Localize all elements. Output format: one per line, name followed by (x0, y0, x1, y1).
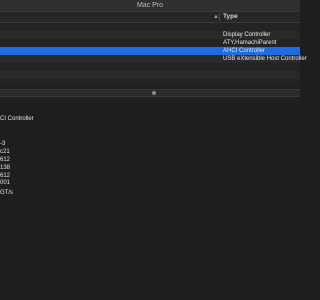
window-titlebar: Mac Pro (0, 0, 300, 12)
detail-line: 138 (0, 165, 11, 171)
column-divider[interactable] (219, 13, 220, 21)
detail-line: c21 (0, 149, 10, 155)
detail-line: -3 (0, 141, 6, 147)
window-title: Mac Pro (136, 2, 164, 9)
table-row[interactable] (0, 63, 300, 71)
table-row[interactable]: Display Controller (0, 31, 300, 39)
device-table: Display Controller ATY,HamachiParent AHC… (0, 23, 307, 89)
table-row[interactable]: USB eXtensible Host Controller (0, 55, 307, 63)
table-row[interactable] (0, 23, 300, 31)
detail-pane: CI Controller -3 c21 612 138 612 001 GT/… (0, 97, 300, 300)
type-cell: ATY,HamachiParent (223, 40, 277, 46)
detail-line: 001 (0, 180, 11, 186)
detail-line: 612 (0, 173, 11, 179)
detail-line: 612 (0, 157, 11, 163)
pane-splitter[interactable] (0, 89, 300, 97)
table-row-selected[interactable]: AHCI Controller (0, 47, 300, 55)
type-cell: AHCI Controller (223, 48, 266, 54)
table-row[interactable]: ATY,HamachiParent (0, 39, 300, 47)
table-header: ▲ Type (0, 12, 300, 23)
column-header-type[interactable]: Type (223, 12, 238, 22)
table-row[interactable] (0, 79, 300, 87)
type-cell: Display Controller (223, 32, 271, 38)
table-row[interactable] (0, 71, 300, 79)
detail-line: GT/s (0, 190, 13, 196)
detail-line: CI Controller (0, 116, 34, 122)
splitter-grip-icon[interactable] (152, 91, 156, 95)
type-cell: USB eXtensible Host Controller (223, 56, 307, 62)
